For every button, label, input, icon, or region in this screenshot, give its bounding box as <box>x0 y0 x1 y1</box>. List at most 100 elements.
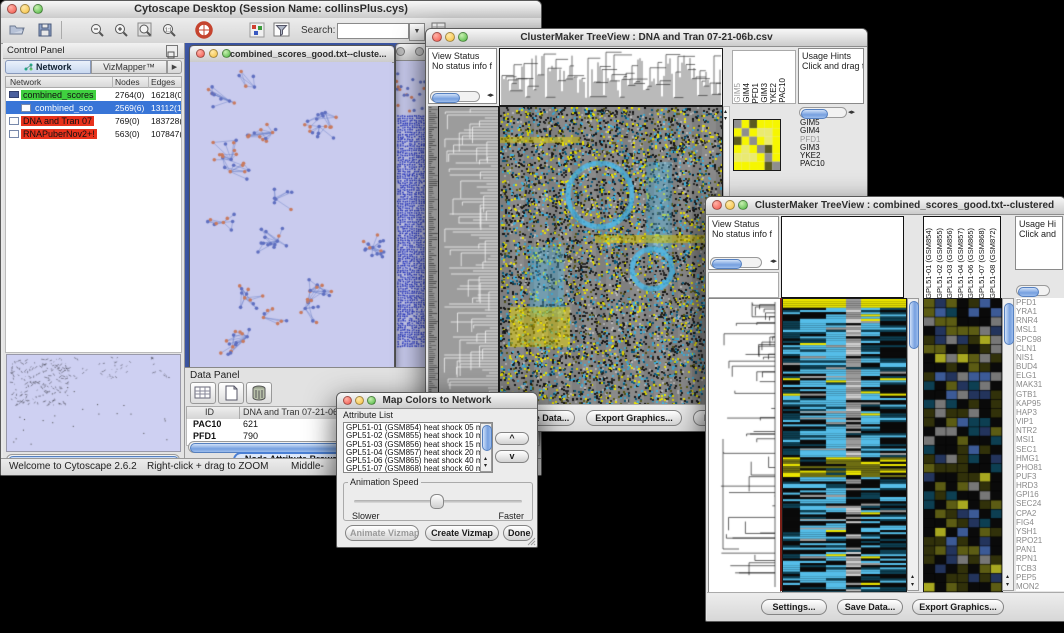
column-label[interactable]: GPL51-08 (GSM872) <box>988 228 999 299</box>
help-ring-icon[interactable] <box>195 21 213 44</box>
gene-label[interactable]: MON2 <box>1016 582 1064 591</box>
close-icon[interactable] <box>396 47 405 56</box>
gene-label[interactable]: SPC98 <box>1016 335 1064 344</box>
scroll-arrows[interactable]: ◂▸ <box>487 90 494 102</box>
zoom-in-icon[interactable] <box>113 22 129 43</box>
export-graphics-button[interactable]: Export Graphics... <box>586 410 682 426</box>
gene-label[interactable]: MAK31 <box>1016 380 1064 389</box>
gene-label[interactable]: CLN1 <box>1016 344 1064 353</box>
tv1-heatmap[interactable] <box>499 106 723 405</box>
gene-label[interactable]: PHO81 <box>1016 463 1064 472</box>
minimize-icon[interactable] <box>725 200 735 210</box>
main-titlebar[interactable]: Cytoscape Desktop (Session Name: collins… <box>1 1 541 19</box>
gene-label[interactable]: PFD1 <box>1016 298 1064 307</box>
gene-label[interactable]: YRA1 <box>1016 307 1064 316</box>
search-input[interactable] <box>337 23 409 39</box>
gene-label[interactable]: SEC24 <box>1016 499 1064 508</box>
open-folder-icon[interactable] <box>9 22 26 43</box>
gene-label[interactable]: NTR2 <box>1016 426 1064 435</box>
gene-label[interactable]: ELG1 <box>1016 371 1064 380</box>
create-vizmap-button[interactable]: Create Vizmap <box>425 525 499 541</box>
close-icon[interactable] <box>343 396 352 405</box>
zoom-fit-icon[interactable] <box>137 22 153 43</box>
tv1-selection-heatmap[interactable] <box>733 119 781 171</box>
attribute-item[interactable]: GPL51-03 (GSM856) heat shock 15 min <box>346 441 492 449</box>
attribute-item[interactable]: GPL51-01 (GSM854) heat shock 05 min <box>346 424 492 432</box>
attribute-item[interactable]: GPL51-07 (GSM868) heat shock 60 min <box>346 465 492 473</box>
speed-slider-thumb[interactable] <box>430 494 444 509</box>
tab-overflow-button[interactable]: ▶ <box>167 60 182 74</box>
gene-label[interactable]: NIS1 <box>1016 353 1064 362</box>
network-row[interactable]: combined_sco 2569(6) 13112(15) <box>6 101 181 114</box>
tv1-status-hscrollbar[interactable] <box>430 91 480 102</box>
column-label[interactable]: GPL51-07 (GSM868) <box>977 228 988 299</box>
close-icon[interactable] <box>712 200 722 210</box>
export-graphics-button[interactable]: Export Graphics... <box>912 599 1004 615</box>
scroll-arrows[interactable]: ◂▸ <box>770 256 777 268</box>
gene-label[interactable]: SEC1 <box>1016 445 1064 454</box>
move-up-button[interactable]: ^ <box>495 432 529 445</box>
tv2-genelist-vscrollbar[interactable]: ▴▾ <box>1002 298 1014 591</box>
zoom-actual-icon[interactable]: 1:1 <box>161 22 177 43</box>
column-label[interactable]: GPL51-04 (GSM857) <box>956 228 967 299</box>
search-dropdown-button[interactable]: ▼ <box>409 23 425 41</box>
tv2-hints-hscrollbar[interactable] <box>1016 285 1050 296</box>
attribute-list-vscrollbar[interactable]: ▴▾ <box>480 423 492 472</box>
treeview1-titlebar[interactable]: ClusterMaker TreeView : DNA and Tran 07-… <box>426 29 867 47</box>
vizmap-dots-icon[interactable] <box>249 22 265 43</box>
move-down-button[interactable]: v <box>495 450 529 463</box>
gene-label[interactable]: PEP5 <box>1016 573 1064 582</box>
frame1-titlebar[interactable]: combined_scores_good.txt--cluste... <box>190 46 394 63</box>
close-icon[interactable] <box>7 4 17 14</box>
tv1-top-dendrogram[interactable] <box>499 48 723 106</box>
gene-label[interactable]: GPI16 <box>1016 490 1064 499</box>
gene-label[interactable]: HAP3 <box>1016 408 1064 417</box>
gene-label[interactable]: PUF3 <box>1016 472 1064 481</box>
gene-label[interactable]: FIG4 <box>1016 518 1064 527</box>
minimize-icon[interactable] <box>355 396 364 405</box>
column-label[interactable]: GPL51-06 (GSM865) <box>966 228 977 299</box>
attribute-item[interactable]: GPL51-02 (GSM855) heat shock 10 min <box>346 432 492 440</box>
gene-label[interactable]: TCB3 <box>1016 564 1064 573</box>
col-id[interactable]: ID <box>205 407 214 417</box>
close-icon[interactable] <box>432 32 442 42</box>
gene-label[interactable]: KAP95 <box>1016 399 1064 408</box>
attribute-table-button[interactable] <box>190 382 216 404</box>
delete-attribute-icon[interactable] <box>246 382 272 404</box>
gene-label[interactable]: RNR4 <box>1016 316 1064 325</box>
tv2-heatmap-vscrollbar[interactable]: ▴▾ <box>907 298 919 591</box>
treeview2-titlebar[interactable]: ClusterMaker TreeView : combined_scores_… <box>706 197 1064 215</box>
close-icon[interactable] <box>196 49 205 58</box>
tv1-left-dendrogram[interactable] <box>438 106 499 405</box>
gene-label[interactable]: VIP1 <box>1016 417 1064 426</box>
zoom-window-icon[interactable] <box>33 4 43 14</box>
gene-label[interactable]: PAC10 <box>800 160 860 168</box>
gene-label[interactable]: MSI1 <box>1016 435 1064 444</box>
settings-button[interactable]: Settings... <box>761 599 827 615</box>
gene-label[interactable]: BUD4 <box>1016 362 1064 371</box>
gene-label[interactable]: PAN1 <box>1016 545 1064 554</box>
column-label[interactable]: PFD1 <box>751 83 760 103</box>
network-overview-thumbnail[interactable] <box>6 354 181 452</box>
zoom-window-icon[interactable] <box>367 396 376 405</box>
zoom-window-icon[interactable] <box>458 32 468 42</box>
resize-grip[interactable] <box>526 536 536 546</box>
network-frame-1[interactable]: combined_scores_good.txt--cluste... <box>189 45 395 369</box>
column-label[interactable]: GPL51-02 (GSM855) <box>935 228 946 299</box>
column-label[interactable]: GPL51-03 (GSM856) <box>945 228 956 299</box>
gene-label[interactable]: MSL1 <box>1016 325 1064 334</box>
attribute-item[interactable]: GPL51-06 (GSM865) heat shock 40 min <box>346 457 492 465</box>
tab-vizmapper[interactable]: VizMapper™ <box>91 60 167 74</box>
filter-funnel-icon[interactable] <box>273 22 290 43</box>
float-panel-icon[interactable] <box>166 45 178 57</box>
tv2-selection-heatmap[interactable] <box>923 298 1003 593</box>
animate-vizmap-button[interactable]: Animate Vizmap <box>345 525 419 541</box>
minimize-icon[interactable] <box>415 47 424 56</box>
gene-label[interactable]: HMG1 <box>1016 454 1064 463</box>
tv2-status-hscrollbar[interactable] <box>710 257 762 268</box>
tv2-left-dendrogram[interactable] <box>708 298 781 593</box>
new-attribute-button[interactable] <box>218 382 244 404</box>
column-label[interactable]: GPL51-01 (GSM854) <box>924 228 935 299</box>
col-attr[interactable]: DNA and Tran 07-21-06... <box>243 407 346 417</box>
tv1-hints-hscrollbar[interactable] <box>799 107 847 118</box>
